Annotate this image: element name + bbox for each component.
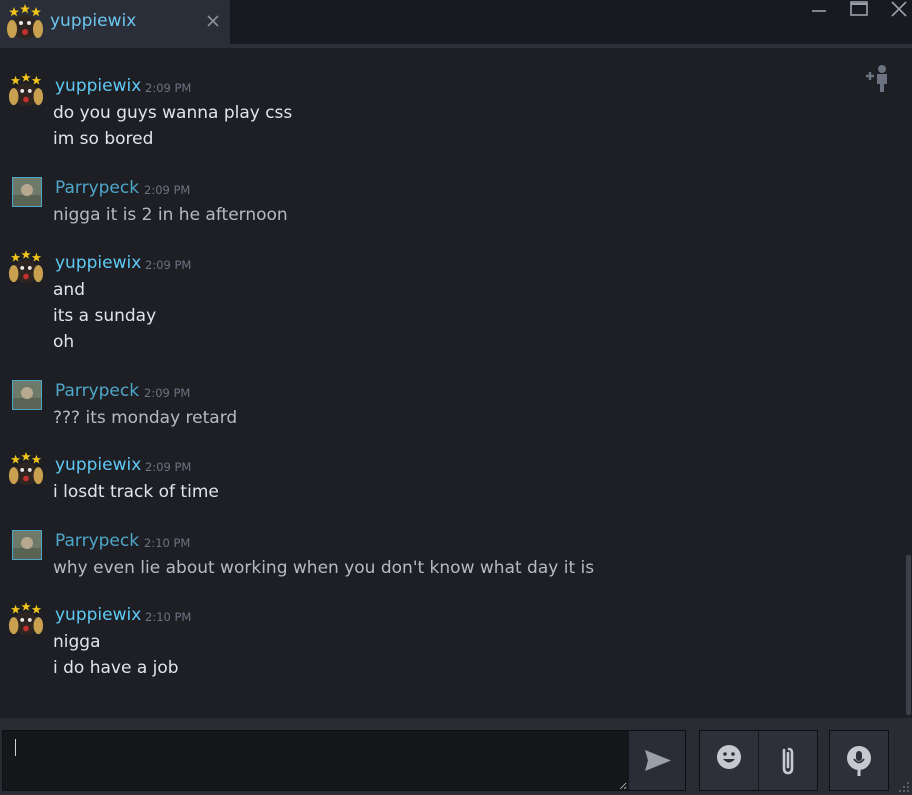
emoticon-button[interactable] bbox=[700, 731, 758, 790]
tool-group bbox=[699, 730, 818, 791]
yuppiewix-avatar-icon bbox=[8, 249, 44, 284]
voice-button[interactable] bbox=[830, 731, 888, 790]
message-text: nigga bbox=[53, 632, 101, 652]
message-text: why even lie about working when you don'… bbox=[53, 558, 595, 578]
message-text: ??? its monday retard bbox=[53, 408, 238, 428]
message-author[interactable]: Parrypeck bbox=[55, 531, 139, 551]
message-timestamp: 2:09 PM bbox=[145, 81, 192, 95]
message-text: i do have a job bbox=[53, 658, 179, 678]
yuppiewix-avatar-icon bbox=[8, 451, 44, 486]
message-text: and bbox=[53, 280, 85, 300]
text-caret bbox=[15, 739, 16, 756]
message-text: its a sunday bbox=[53, 306, 157, 326]
message-input[interactable] bbox=[3, 731, 627, 790]
message-author[interactable]: yuppiewix bbox=[55, 76, 141, 96]
emoticon-icon bbox=[717, 745, 741, 769]
window-close-icon[interactable] bbox=[884, 0, 912, 22]
message-author[interactable]: yuppiewix bbox=[55, 455, 141, 475]
parrypeck-avatar-icon bbox=[12, 530, 42, 560]
message-timestamp: 2:09 PM bbox=[144, 386, 191, 400]
title-bar: yuppiewix bbox=[0, 0, 912, 44]
message-author[interactable]: yuppiewix bbox=[55, 253, 141, 273]
voice-group bbox=[829, 730, 889, 791]
message-text: nigga it is 2 in he afternoon bbox=[53, 205, 288, 225]
message-text: oh bbox=[53, 332, 75, 352]
minimize-icon[interactable] bbox=[804, 0, 834, 22]
parrypeck-avatar-icon bbox=[12, 380, 42, 410]
message-text: do you guys wanna play css bbox=[53, 103, 293, 123]
message-text: i losdt track of time bbox=[53, 482, 219, 502]
message-timestamp: 2:09 PM bbox=[144, 183, 191, 197]
paperclip-icon bbox=[782, 747, 794, 775]
message-author[interactable]: Parrypeck bbox=[55, 178, 139, 198]
tab-title: yuppiewix bbox=[50, 11, 137, 31]
composer-bar bbox=[0, 718, 912, 795]
attach-button[interactable] bbox=[759, 731, 817, 790]
yuppiewix-avatar-icon bbox=[8, 72, 44, 107]
message-text: im so bored bbox=[53, 129, 154, 149]
message-author[interactable]: yuppiewix bbox=[55, 605, 141, 625]
message-timestamp: 2:10 PM bbox=[144, 536, 191, 550]
message-author[interactable]: Parrypeck bbox=[55, 381, 139, 401]
message-timestamp: 2:09 PM bbox=[145, 258, 192, 272]
yuppiewix-avatar-icon bbox=[8, 601, 44, 636]
message-input-box bbox=[2, 730, 686, 791]
yuppiewix-avatar-icon bbox=[7, 4, 43, 39]
maximize-icon[interactable] bbox=[844, 0, 874, 22]
resize-grip-icon[interactable] bbox=[897, 780, 911, 794]
message-timestamp: 2:09 PM bbox=[145, 460, 192, 474]
microphone-icon bbox=[847, 746, 871, 776]
add-friend-icon[interactable] bbox=[860, 60, 898, 96]
send-icon bbox=[645, 750, 671, 771]
message-timestamp: 2:10 PM bbox=[145, 610, 192, 624]
chat-tab[interactable]: yuppiewix bbox=[0, 0, 230, 44]
scrollbar-thumb[interactable] bbox=[906, 555, 911, 715]
send-button[interactable] bbox=[629, 731, 685, 790]
parrypeck-avatar-icon bbox=[12, 177, 42, 207]
close-icon[interactable] bbox=[204, 12, 222, 30]
